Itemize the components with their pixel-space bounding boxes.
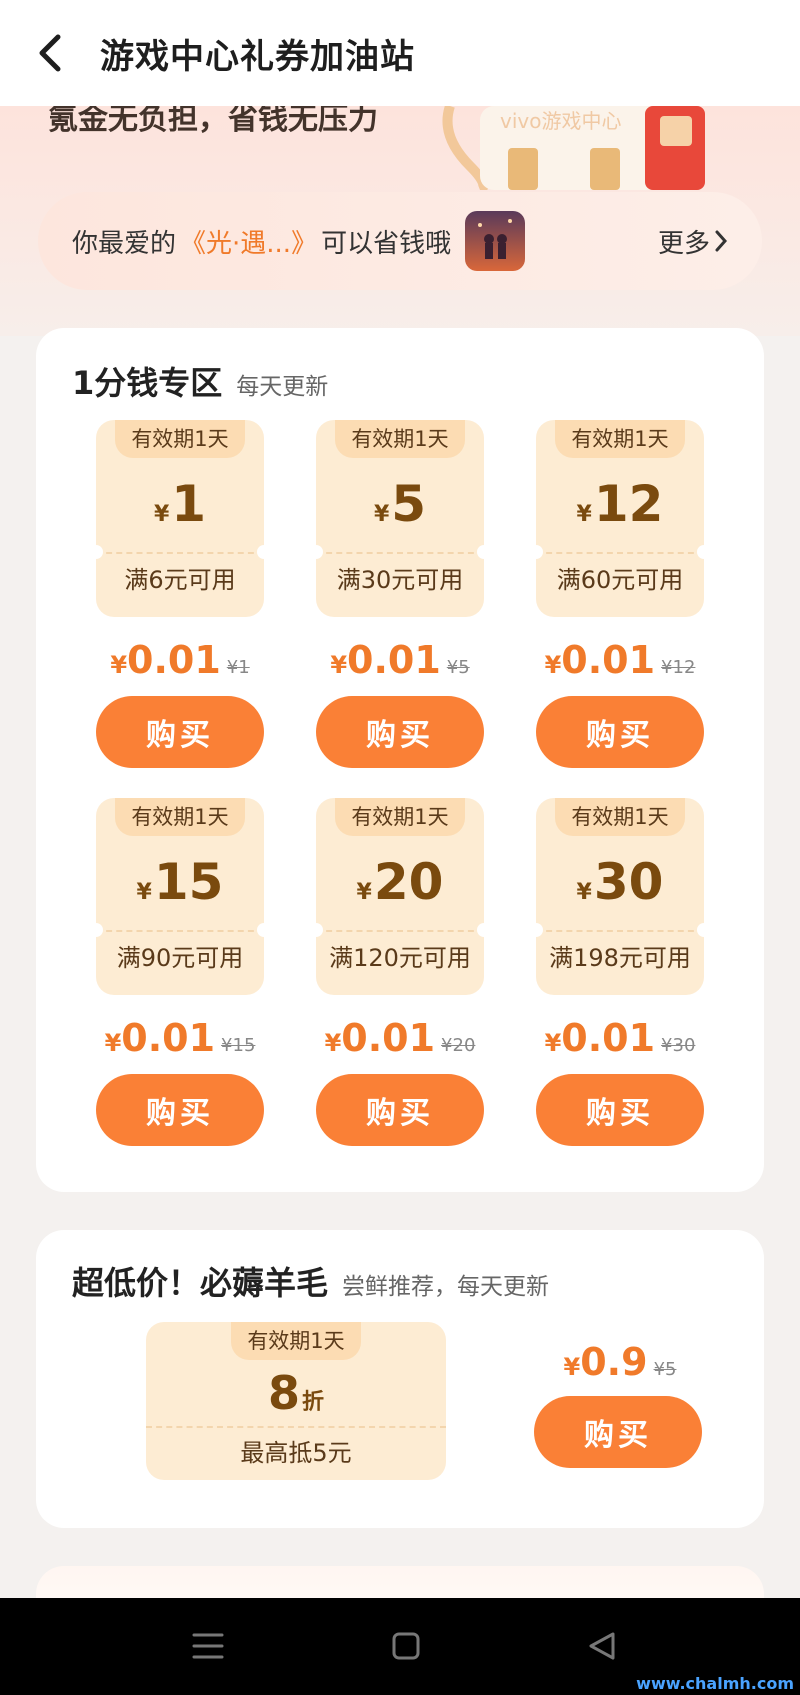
menu-icon <box>192 1633 224 1659</box>
coupon-divider <box>96 930 264 932</box>
coupon-divider <box>316 552 484 554</box>
penny-zone-header: 1分钱专区 每天更新 <box>72 358 328 404</box>
validity-tag: 有效期1天 <box>335 420 465 458</box>
bargain-card: 超低价！必薅羊毛 尝鲜推荐，每天更新 有效期1天 8折 最高抵5元 ¥0.9 ¥5… <box>36 1230 764 1528</box>
coupon-amount: ¥1 <box>153 475 207 533</box>
svg-text:vivo游戏中心: vivo游戏中心 <box>500 109 621 133</box>
more-label: 更多 <box>657 228 710 259</box>
home-square-icon <box>392 1632 420 1660</box>
coupon-divider <box>536 552 704 554</box>
buy-button[interactable]: 购买 <box>536 696 704 768</box>
coupon-condition: 满6元可用 <box>124 566 236 594</box>
coupon-condition: 满120元可用 <box>329 944 471 972</box>
recommend-suffix: 可以省钱哦 <box>321 228 452 259</box>
coupon-amount: ¥20 <box>356 853 444 911</box>
original-price: ¥5 <box>446 657 470 678</box>
coupon-price: ¥0.01 ¥1 <box>110 638 250 682</box>
coupon-amount: ¥15 <box>136 853 224 911</box>
coupon-divider <box>96 552 264 554</box>
coupon-amount: ¥12 <box>576 475 664 533</box>
top-bar: 游戏中心礼券加油站 <box>0 0 800 106</box>
coupon-condition: 满90元可用 <box>116 944 244 972</box>
coupon-card[interactable]: 有效期1天 ¥15 满90元可用 <box>89 798 271 995</box>
banner-slogan: 氪金无负担，省钱无压力 <box>48 106 378 137</box>
original-price: ¥12 <box>661 657 696 678</box>
bargain-title: 超低价！必薅羊毛 <box>72 1264 329 1302</box>
promo-banner: 氪金无负担，省钱无压力 vivo游戏中心 你最爱的 《光·遇...》 可以省钱哦 <box>0 106 800 336</box>
coupon-amount: ¥5 <box>373 475 427 533</box>
coupon-divider <box>316 930 484 932</box>
back-triangle-icon <box>589 1632 615 1660</box>
validity-tag: 有效期1天 <box>555 420 685 458</box>
coupon-condition: 满198元可用 <box>549 944 691 972</box>
validity-tag: 有效期1天 <box>115 798 245 836</box>
recommend-bar[interactable]: 你最爱的 《光·遇...》 可以省钱哦 更多 <box>38 192 762 290</box>
validity-tag: 有效期1天 <box>231 1322 361 1360</box>
coupon-card[interactable]: 有效期1天 ¥20 满120元可用 <box>309 798 491 995</box>
back-button[interactable] <box>0 0 100 106</box>
coupon-condition: 满60元可用 <box>556 566 684 594</box>
penny-zone-title: 1分钱专区 <box>72 364 223 402</box>
home-nav-button[interactable] <box>376 1624 436 1668</box>
original-price: ¥5 <box>653 1359 677 1380</box>
original-price: ¥1 <box>226 657 250 678</box>
back-nav-button[interactable] <box>572 1624 632 1668</box>
validity-tag: 有效期1天 <box>555 798 685 836</box>
page-title: 游戏中心礼券加油站 <box>100 36 415 77</box>
coupon-card[interactable]: 有效期1天 ¥12 满60元可用 <box>529 420 711 617</box>
recommend-prefix: 你最爱的 <box>72 228 177 259</box>
back-arrow-icon <box>39 34 61 72</box>
coupon-price: ¥0.01 ¥30 <box>544 1016 696 1060</box>
bargain-price: ¥0.9 ¥5 <box>563 1340 677 1384</box>
buy-button[interactable]: 购买 <box>96 1074 264 1146</box>
bargain-header: 超低价！必薅羊毛 尝鲜推荐，每天更新 <box>72 1258 549 1304</box>
coupon-condition: 满30元可用 <box>336 566 464 594</box>
penny-zone-subtitle: 每天更新 <box>236 374 329 400</box>
more-link[interactable]: 更多 <box>658 192 728 290</box>
buy-button[interactable]: 购买 <box>96 696 264 768</box>
game-thumbnail[interactable] <box>465 211 526 271</box>
buy-button[interactable]: 购买 <box>316 1074 484 1146</box>
gas-station-illustration: vivo游戏中心 <box>442 106 705 190</box>
validity-tag: 有效期1天 <box>115 420 245 458</box>
menu-nav-button[interactable] <box>178 1624 238 1668</box>
coupon-card[interactable]: 有效期1天 ¥30 满198元可用 <box>529 798 711 995</box>
coupon-card[interactable]: 有效期1天 ¥5 满30元可用 <box>309 420 491 617</box>
original-price: ¥15 <box>221 1035 256 1056</box>
buy-button[interactable]: 购买 <box>316 696 484 768</box>
original-price: ¥30 <box>661 1035 696 1056</box>
coupon-condition: 最高抵5元 <box>240 1439 352 1467</box>
coupon-divider <box>146 1426 446 1428</box>
coupon-price: ¥0.01 ¥5 <box>330 638 470 682</box>
watermark-text: www.chalmh.com <box>636 1674 794 1693</box>
buy-button[interactable]: 购买 <box>536 1074 704 1146</box>
bargain-subtitle: 尝鲜推荐，每天更新 <box>342 1274 550 1300</box>
discount-amount: 8折 <box>267 1366 325 1420</box>
original-price: ¥20 <box>441 1035 476 1056</box>
coupon-divider <box>536 930 704 932</box>
coupon-card[interactable]: 有效期1天 ¥1 满6元可用 <box>89 420 271 617</box>
chevron-right-icon <box>715 230 728 252</box>
discount-coupon-card[interactable]: 有效期1天 8折 最高抵5元 <box>146 1322 446 1480</box>
penny-zone-card: 1分钱专区 每天更新 有效期1天 ¥1 满6元可用 ¥0.01 ¥1 购买 有效期… <box>36 328 764 1192</box>
buy-button[interactable]: 购买 <box>534 1396 702 1468</box>
coupon-price: ¥0.01 ¥15 <box>104 1016 256 1060</box>
coupon-price: ¥0.01 ¥20 <box>324 1016 476 1060</box>
coupon-amount: ¥30 <box>576 853 664 911</box>
coupon-price: ¥0.01 ¥12 <box>544 638 696 682</box>
recommend-game-name[interactable]: 《光·遇...》 <box>180 223 317 260</box>
validity-tag: 有效期1天 <box>335 798 465 836</box>
